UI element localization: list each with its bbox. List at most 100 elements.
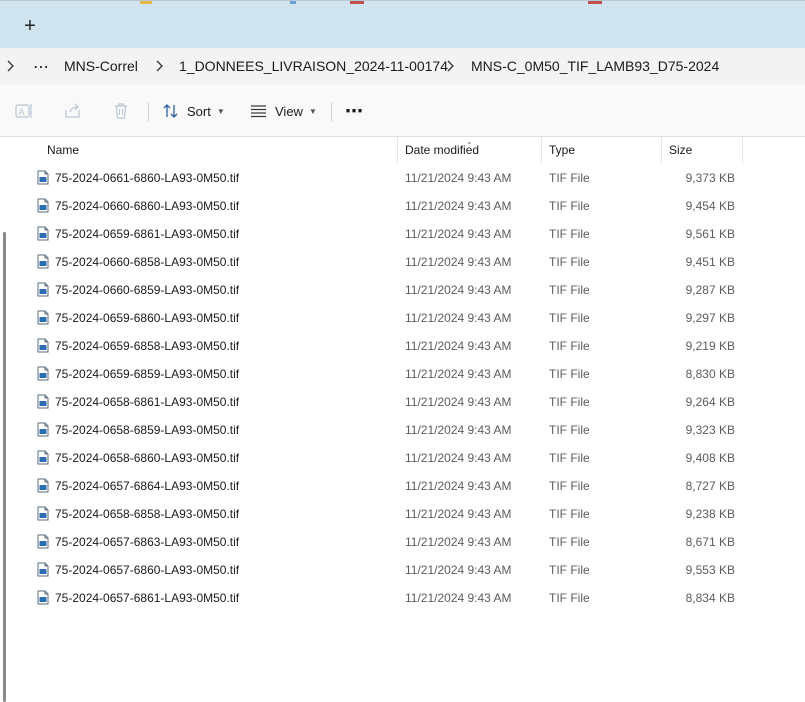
file-size: 8,671 KB [685, 535, 735, 549]
file-type: TIF File [549, 227, 590, 241]
delete-button[interactable] [111, 101, 131, 121]
table-row[interactable]: 75-2024-0660-6860-LA93-0M50.tif 11/21/202… [0, 192, 805, 220]
column-header-name[interactable]: Name [40, 137, 398, 163]
tab-peek [140, 1, 152, 4]
breadcrumb-item[interactable]: MNS-Correl [64, 58, 138, 74]
table-row[interactable]: 75-2024-0661-6860-LA93-0M50.tif 11/21/202… [0, 164, 805, 192]
file-date-modified: 11/21/2024 9:43 AM [405, 479, 512, 493]
file-size: 8,727 KB [685, 479, 735, 493]
rename-icon: A [15, 104, 32, 118]
tif-file-icon [37, 282, 49, 297]
file-name: 75-2024-0657-6863-LA93-0M50.tif [55, 535, 240, 549]
tif-file-icon [37, 254, 49, 269]
tab-peek [350, 1, 364, 4]
file-date-modified: 11/21/2024 9:43 AM [405, 507, 512, 521]
toolbar-divider [148, 102, 149, 122]
file-type: TIF File [549, 199, 590, 213]
file-size: 9,287 KB [685, 283, 735, 297]
chevron-right-icon[interactable] [447, 60, 454, 75]
file-type: TIF File [549, 367, 590, 381]
file-type: TIF File [549, 311, 590, 325]
file-name: 75-2024-0658-6860-LA93-0M50.tif [55, 451, 240, 465]
table-row[interactable]: 75-2024-0660-6858-LA93-0M50.tif 11/21/202… [0, 248, 805, 276]
file-date-modified: 11/21/2024 9:43 AM [405, 199, 512, 213]
file-name: 75-2024-0658-6859-LA93-0M50.tif [55, 423, 240, 437]
file-size: 9,451 KB [685, 255, 735, 269]
file-size: 9,238 KB [685, 507, 735, 521]
file-size: 9,561 KB [685, 227, 735, 241]
file-date-modified: 11/21/2024 9:43 AM [405, 311, 512, 325]
tif-file-icon [37, 450, 49, 465]
tif-file-icon [37, 422, 49, 437]
tif-file-icon [37, 198, 49, 213]
file-size: 9,408 KB [685, 451, 735, 465]
file-name: 75-2024-0660-6858-LA93-0M50.tif [55, 255, 240, 269]
column-header-size[interactable]: Size [662, 137, 743, 163]
table-row[interactable]: 75-2024-0659-6859-LA93-0M50.tif 11/21/202… [0, 360, 805, 388]
table-row[interactable]: 75-2024-0659-6861-LA93-0M50.tif 11/21/202… [0, 220, 805, 248]
view-button[interactable]: View ▼ [250, 99, 317, 123]
command-bar: A Sort ▼ View ▼ ⋯ [0, 85, 805, 137]
tif-file-icon [37, 562, 49, 577]
more-options-button[interactable]: ⋯ [345, 99, 363, 123]
file-name: 75-2024-0657-6861-LA93-0M50.tif [55, 591, 240, 605]
table-row[interactable]: 75-2024-0658-6859-LA93-0M50.tif 11/21/202… [0, 416, 805, 444]
file-type: TIF File [549, 591, 590, 605]
toolbar-divider [331, 102, 332, 122]
tif-file-icon [37, 366, 49, 381]
file-size: 8,834 KB [685, 591, 735, 605]
breadcrumb-item-current[interactable]: MNS-C_0M50_TIF_LAMB93_D75-2024 [471, 58, 719, 74]
file-type: TIF File [549, 479, 590, 493]
plus-icon: + [24, 15, 36, 37]
table-row[interactable]: 75-2024-0658-6860-LA93-0M50.tif 11/21/202… [0, 444, 805, 472]
file-name: 75-2024-0657-6864-LA93-0M50.tif [55, 479, 240, 493]
table-row[interactable]: 75-2024-0657-6863-LA93-0M50.tif 11/21/202… [0, 528, 805, 556]
table-row[interactable]: 75-2024-0657-6861-LA93-0M50.tif 11/21/202… [0, 584, 805, 612]
tab-strip: + [0, 0, 805, 48]
sort-arrows-icon [163, 104, 178, 118]
share-button[interactable] [63, 101, 83, 121]
file-date-modified: 11/21/2024 9:43 AM [405, 255, 512, 269]
file-date-modified: 11/21/2024 9:43 AM [405, 563, 512, 577]
table-row[interactable]: 75-2024-0657-6864-LA93-0M50.tif 11/21/202… [0, 472, 805, 500]
table-row[interactable]: 75-2024-0660-6859-LA93-0M50.tif 11/21/202… [0, 276, 805, 304]
file-name: 75-2024-0658-6858-LA93-0M50.tif [55, 507, 240, 521]
rename-button[interactable]: A [15, 101, 35, 121]
tif-file-icon [37, 506, 49, 521]
table-row[interactable]: 75-2024-0659-6858-LA93-0M50.tif 11/21/202… [0, 332, 805, 360]
breadcrumb-item[interactable]: 1_DONNEES_LIVRAISON_2024-11-00174 [179, 58, 448, 74]
tif-file-icon [37, 310, 49, 325]
file-type: TIF File [549, 171, 590, 185]
tif-file-icon [37, 338, 49, 353]
view-lines-icon [251, 105, 266, 118]
file-date-modified: 11/21/2024 9:43 AM [405, 395, 512, 409]
file-name: 75-2024-0659-6858-LA93-0M50.tif [55, 339, 240, 353]
table-row[interactable]: 75-2024-0659-6860-LA93-0M50.tif 11/21/202… [0, 304, 805, 332]
file-list: Name ⌄ Date modified Type Size 75-2024-0… [0, 137, 805, 702]
file-size: 9,323 KB [685, 423, 735, 437]
file-date-modified: 11/21/2024 9:43 AM [405, 367, 512, 381]
file-date-modified: 11/21/2024 9:43 AM [405, 171, 512, 185]
column-header-label: Date modified [405, 143, 480, 157]
column-header-row: Name ⌄ Date modified Type Size [0, 137, 805, 163]
file-name: 75-2024-0661-6860-LA93-0M50.tif [55, 171, 240, 185]
table-row[interactable]: 75-2024-0658-6861-LA93-0M50.tif 11/21/202… [0, 388, 805, 416]
file-type: TIF File [549, 451, 590, 465]
table-row[interactable]: 75-2024-0657-6860-LA93-0M50.tif 11/21/202… [0, 556, 805, 584]
column-header-label: Type [549, 143, 576, 157]
file-type: TIF File [549, 507, 590, 521]
sort-button[interactable]: Sort ▼ [163, 99, 225, 123]
chevron-right-icon[interactable] [156, 60, 163, 75]
file-name: 75-2024-0657-6860-LA93-0M50.tif [55, 563, 240, 577]
chevron-right-icon[interactable] [7, 60, 14, 75]
tif-file-icon [37, 590, 49, 605]
tif-file-icon [37, 534, 49, 549]
table-row[interactable]: 75-2024-0658-6858-LA93-0M50.tif 11/21/202… [0, 500, 805, 528]
file-date-modified: 11/21/2024 9:43 AM [405, 591, 512, 605]
tif-file-icon [37, 170, 49, 185]
column-header-date[interactable]: Date modified [398, 137, 542, 163]
column-header-type[interactable]: Type [542, 137, 662, 163]
new-tab-button[interactable]: + [17, 13, 43, 39]
breadcrumb-overflow[interactable]: ⋯ [33, 57, 49, 77]
file-date-modified: 11/21/2024 9:43 AM [405, 339, 512, 353]
